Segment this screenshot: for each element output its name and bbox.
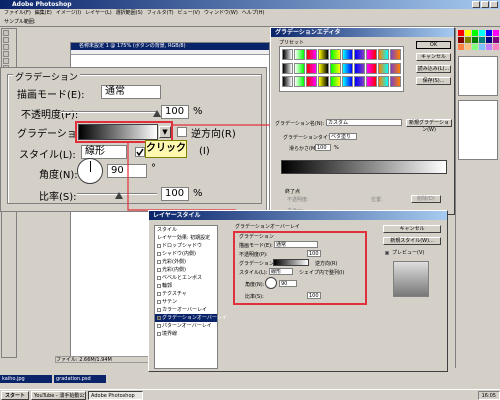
ls-reverse-label: 逆方向(R) xyxy=(315,261,338,267)
effect-label: 光彩(内側) xyxy=(162,267,186,273)
effect-checkbox[interactable] xyxy=(157,276,161,280)
layer-style-dialog: レイヤースタイル スタイルレイヤー効果: 初期設定 ドロップシャドウ シャドウ(内側… xyxy=(148,210,448,372)
effect-label: サテン xyxy=(162,299,178,305)
effects-list-item[interactable]: サテン xyxy=(155,298,217,306)
effect-label: テクスチャ xyxy=(162,291,187,297)
effect-label: ドロップシャドウ xyxy=(162,243,203,249)
effects-list-item[interactable]: 光彩(外側) xyxy=(155,258,217,266)
effect-label: ベベルとエンボス xyxy=(162,275,203,281)
taskbar-item[interactable]: Adobe Photoshop xyxy=(88,390,144,400)
effect-checkbox[interactable] xyxy=(157,260,161,264)
ls-style-select[interactable]: 線形 xyxy=(269,268,293,275)
effect-checkbox[interactable] xyxy=(157,268,161,272)
effects-list-item[interactable]: スタイル xyxy=(155,226,217,234)
effect-label: 光彩(外側) xyxy=(162,259,186,265)
ls-angle-field[interactable]: 90 xyxy=(279,280,297,287)
style-preview-swatch xyxy=(393,261,429,297)
layer-style-title: レイヤースタイル xyxy=(149,211,447,220)
ls-angle-dial[interactable] xyxy=(265,277,277,289)
ls-scale-field[interactable]: 100 xyxy=(307,292,321,299)
ls-align-label: シェイプ内で整列(I) xyxy=(299,270,345,276)
ls-angle-label: 角度(N): xyxy=(245,282,265,288)
preview-label: プレビュー(V) xyxy=(392,250,425,256)
effect-checkbox[interactable] xyxy=(157,316,161,320)
effect-label: 輪郭 xyxy=(162,283,173,289)
effect-checkbox[interactable] xyxy=(157,308,161,312)
effect-label: グラデーションオーバーレイ xyxy=(162,315,227,321)
ls-opacity-label: 不透明度(P): xyxy=(239,252,268,258)
minimized-doc[interactable]: gradation.psd xyxy=(54,375,106,383)
ls-mode-select[interactable]: 通常 xyxy=(274,241,318,248)
effect-checkbox[interactable] xyxy=(157,324,161,328)
minimized-doc[interactable]: kaiho.jpg xyxy=(0,375,52,383)
taskbar: スタート YouTube - 湧手始動公式... Adobe Photoshop… xyxy=(0,389,500,400)
effects-list-item[interactable]: ベベルとエンボス xyxy=(155,274,217,282)
effect-checkbox[interactable] xyxy=(157,244,161,248)
effects-list-item[interactable]: テクスチャ xyxy=(155,290,217,298)
effect-checkbox[interactable] xyxy=(157,332,161,336)
effects-list-item[interactable]: グラデーションオーバーレイ xyxy=(155,314,227,322)
minimized-documents: kaiho.jpg gradation.psd xyxy=(0,375,106,383)
effect-label: 境界線 xyxy=(162,331,178,337)
effect-checkbox[interactable] xyxy=(157,252,161,256)
ls-style-label: スタイル(L): xyxy=(239,270,268,276)
effect-label: パターンオーバーレイ xyxy=(162,323,212,329)
taskbar-item[interactable]: YouTube - 湧手始動公式... xyxy=(31,390,87,400)
effect-label: レイヤー効果: 初期設定 xyxy=(157,235,211,241)
effects-list-item[interactable]: シャドウ(内側) xyxy=(155,250,217,258)
effects-list-item[interactable]: カラーオーバーレイ xyxy=(155,306,217,314)
effects-list-item[interactable]: パターンオーバーレイ xyxy=(155,322,217,330)
effect-checkbox[interactable] xyxy=(157,300,161,304)
effect-label: カラーオーバーレイ xyxy=(162,307,207,313)
effects-list-item[interactable]: レイヤー効果: 初期設定 xyxy=(155,234,217,242)
effects-list-item[interactable]: 光彩(内側) xyxy=(155,266,217,274)
ls-gradient-picker[interactable] xyxy=(273,259,309,266)
overlay-group-title: グラデーションオーバーレイ xyxy=(235,224,300,230)
ls-opacity-field[interactable]: 100 xyxy=(307,250,321,257)
connector-to-layerstyle xyxy=(127,142,236,211)
effect-checkbox[interactable] xyxy=(157,284,161,288)
ls-gradient-label: グラデーション: xyxy=(239,261,276,267)
effects-list-item[interactable]: ドロップシャドウ xyxy=(155,242,217,250)
effect-label: シャドウ(内側) xyxy=(162,251,196,257)
overlay-sub-legend: グラデーション xyxy=(239,234,274,240)
effects-list: スタイルレイヤー効果: 初期設定 ドロップシャドウ シャドウ(内側) 光彩(外側) 光彩… xyxy=(154,225,227,369)
effect-label: スタイル xyxy=(157,227,178,233)
ls-mode-label: 描画モード(E): xyxy=(239,243,273,249)
effect-checkbox[interactable] xyxy=(157,292,161,296)
ls-cancel-button[interactable]: キャンセル xyxy=(383,225,441,233)
ls-new-style-button[interactable]: 新規スタイル(W)... xyxy=(383,237,441,245)
effects-list-item[interactable]: 境界線 xyxy=(155,330,217,338)
effects-list-item[interactable]: 輪郭 xyxy=(155,282,217,290)
ls-scale-label: 比率(S): xyxy=(245,294,264,300)
taskbar-clock: 16:05 xyxy=(477,390,500,400)
preview-checkbox[interactable] xyxy=(385,251,389,255)
start-button[interactable]: スタート xyxy=(1,390,30,400)
